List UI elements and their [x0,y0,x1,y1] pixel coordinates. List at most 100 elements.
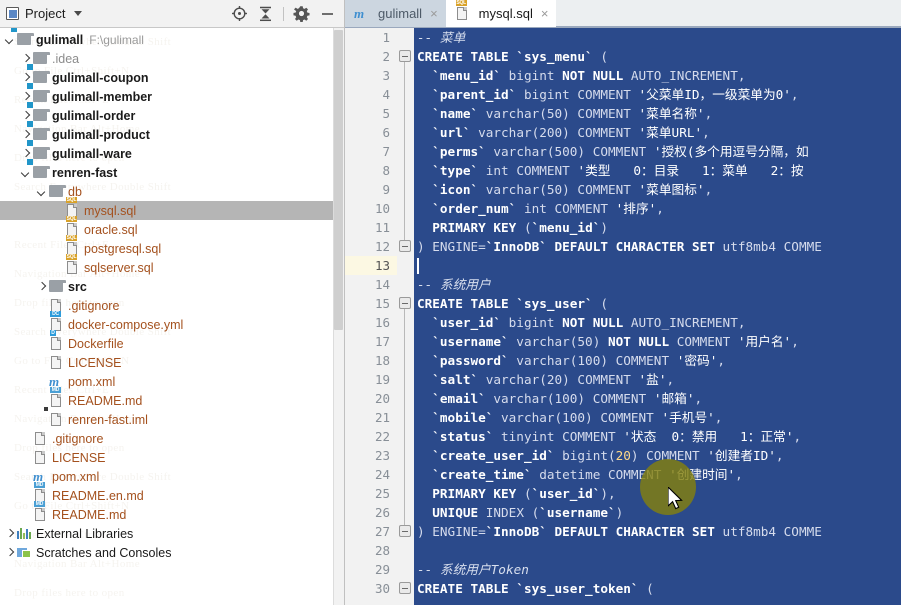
code-token: INDEX ( [478,505,540,520]
code-token: 20 [615,448,631,463]
chevron-down-icon[interactable] [20,167,31,178]
chevron-right-icon[interactable] [20,129,31,140]
tree-item-idea[interactable]: .idea [0,49,344,68]
minimize-icon[interactable] [319,5,336,22]
line-number: 18 [374,353,390,368]
tree-item-readme-md[interactable]: MD README.md [0,387,344,410]
chevron-down-icon[interactable] [4,34,15,45]
close-icon[interactable]: × [430,6,438,21]
locate-target-icon[interactable] [231,5,248,22]
tree-item-gulimall[interactable]: gulimall F:\gulimall [0,28,344,49]
tree-item-gulimall-ware[interactable]: gulimall-ware [0,140,344,163]
code-line[interactable]: `perms` varchar(500) COMMENT '授权(多个用逗号分隔… [414,142,901,161]
fold-toggle-icon[interactable] [399,297,411,309]
collapse-all-icon[interactable] [257,5,274,22]
code-folding-gutter[interactable] [397,28,414,605]
tree-item-pom-xml[interactable]: m pom.xml [0,467,344,486]
tree-item-src[interactable]: src [0,277,344,296]
tree-item-license[interactable]: LICENSE [0,448,344,467]
tree-item-mysql-sql[interactable]: SQL mysql.sql [0,197,344,220]
code-line[interactable]: `url` varchar(200) COMMENT '菜单URL', [414,123,901,142]
code-line[interactable]: CREATE TABLE `sys_user_token` ( [414,579,901,598]
chevron-right-icon[interactable] [20,53,31,64]
code-line[interactable]: `password` varchar(100) COMMENT '密码', [414,351,901,370]
code-token: `username` [432,334,509,349]
code-line[interactable]: `type` int COMMENT '类型 0：目录 1：菜单 2：按 [414,161,901,180]
sidebar-scrollbar[interactable] [333,28,344,605]
code-editor[interactable]: 1 2 3 4 5 6 7 8 9 10 11 12 13 14 15 16 17 18 19 20 21 22 23 24 2… [345,28,901,605]
code-line[interactable] [414,256,901,275]
code-line[interactable]: `create_user_id` bigint(20) COMMENT '创建者… [414,446,901,465]
code-line[interactable]: CREATE TABLE `sys_user` ( [414,294,901,313]
chevron-down-icon[interactable] [36,186,47,197]
code-line[interactable]: `user_id` bigint NOT NULL AUTO_INCREMENT… [414,313,901,332]
tree-item-gulimall-coupon[interactable]: gulimall-coupon [0,64,344,87]
code-line[interactable] [414,541,901,560]
tree-item-label: mysql.sql [84,203,137,218]
code-line[interactable]: PRIMARY KEY (`menu_id`) [414,218,901,237]
editor-tab-mysql-sql[interactable]: SQL mysql.sql × [445,0,557,27]
chevron-right-icon[interactable] [36,281,47,292]
chevron-down-icon[interactable] [74,11,83,16]
code-line[interactable]: `username` varchar(50) NOT NULL COMMENT … [414,332,901,351]
code-line[interactable]: -- 菜单 [414,28,901,47]
close-icon[interactable]: × [541,6,549,21]
fold-toggle-icon[interactable] [399,582,411,594]
tree-item-sqlserver-sql[interactable]: SQL sqlserver.sql [0,254,344,277]
chevron-right-icon[interactable] [20,91,31,102]
gear-icon[interactable] [293,5,310,22]
project-tool-window-button[interactable]: Project [6,6,83,21]
line-number: 23 [374,448,390,463]
tree-item-gulimall-product[interactable]: gulimall-product [0,121,344,144]
code-line[interactable]: `create_time` datetime COMMENT '创建时间', [414,465,901,484]
sidebar-scrollbar-thumb[interactable] [334,30,343,330]
chevron-right-icon[interactable] [20,148,31,159]
tree-item-gulimall-order[interactable]: gulimall-order [0,102,344,125]
tree-item-scratches-and-consoles[interactable]: Scratches and Consoles [0,543,344,562]
code-line[interactable]: `status` tinyint COMMENT '状态 0：禁用 1：正常', [414,427,901,446]
code-line[interactable]: `icon` varchar(50) COMMENT '菜单图标', [414,180,901,199]
code-line[interactable]: `order_num` int COMMENT '排序', [414,199,901,218]
tree-item-label: sqlserver.sql [84,260,154,275]
code-line[interactable]: -- 系统用户Token [414,560,901,579]
tree-item-gulimall-member[interactable]: gulimall-member [0,83,344,106]
fold-toggle-icon[interactable] [399,525,411,537]
code-text-area[interactable]: -- 菜单 CREATE TABLE `sys_menu` ( `menu_id`… [414,28,901,605]
project-file-tree[interactable]: gulimall F:\gulimall .idea gulimall-coupon g… [0,28,344,605]
tree-item-renren-fast-iml[interactable]: renren-fast.iml [0,407,344,429]
code-line[interactable]: `salt` varchar(20) COMMENT '盐', [414,370,901,389]
editor-tab-gulimall[interactable]: m gulimall × [345,0,446,27]
tree-item-gitignore[interactable]: .gitignore [0,429,344,448]
line-number: 2 [382,49,390,64]
tree-item-dockerfile[interactable]: D Dockerfile [0,330,344,353]
tree-item-postgresql-sql[interactable]: SQL postgresql.sql [0,235,344,258]
code-line[interactable]: `email` varchar(100) COMMENT '邮箱', [414,389,901,408]
code-line[interactable]: -- 系统用户 [414,275,901,294]
line-number: 16 [374,315,390,330]
tree-item-readme-md[interactable]: MD README.md [0,501,344,524]
chevron-right-icon[interactable] [20,72,31,83]
tree-item-db[interactable]: db [0,182,344,201]
tree-item-oracle-sql[interactable]: SQL oracle.sql [0,216,344,239]
tree-item-external-libraries[interactable]: External Libraries [0,524,344,543]
tree-item-readme-en-md[interactable]: MD README.en.md [0,482,344,505]
code-line[interactable]: `mobile` varchar(100) COMMENT '手机号', [414,408,901,427]
code-line[interactable]: `parent_id` bigint COMMENT '父菜单ID，一级菜单为0… [414,85,901,104]
fold-toggle-icon[interactable] [399,50,411,62]
code-line[interactable]: PRIMARY KEY (`user_id`), [414,484,901,503]
code-token: NOT NULL [562,68,624,83]
chevron-right-icon[interactable] [20,110,31,121]
chevron-right-icon[interactable] [4,547,15,558]
code-line[interactable]: CREATE TABLE `sys_menu` ( [414,47,901,66]
tree-item-renren-fast[interactable]: renren-fast [0,159,344,182]
code-line[interactable]: ) ENGINE=`InnoDB` DEFAULT CHARACTER SET … [414,237,901,256]
code-line[interactable]: `menu_id` bigint NOT NULL AUTO_INCREMENT… [414,66,901,85]
chevron-right-icon[interactable] [4,528,15,539]
code-line[interactable]: `name` varchar(50) COMMENT '菜单名称', [414,104,901,123]
tree-item-license[interactable]: LICENSE [0,353,344,372]
fold-toggle-icon[interactable] [399,240,411,252]
code-line[interactable]: ) ENGINE=`InnoDB` DEFAULT CHARACTER SET … [414,522,901,541]
code-line[interactable]: UNIQUE INDEX (`username`) [414,503,901,522]
